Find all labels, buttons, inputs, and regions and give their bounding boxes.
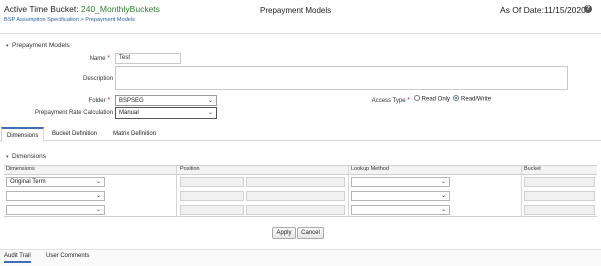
required-icon: * <box>107 55 110 62</box>
access-type-radio-group[interactable]: Read Only Read/Write <box>414 95 491 103</box>
calc-label: Prepayment Rate Calculation <box>34 110 113 116</box>
description-field[interactable] <box>115 66 568 90</box>
folder-select[interactable]: BSPSEG ⌄ <box>115 95 217 106</box>
column-divider <box>176 165 177 217</box>
read-write-radio[interactable] <box>453 95 460 101</box>
help-icon[interactable]: ? <box>584 5 592 13</box>
read-only-label: Read Only <box>421 96 451 103</box>
chevron-down-icon: ⌄ <box>95 207 101 213</box>
section-title: Dimensions <box>12 153 46 160</box>
active-time-bucket-value: 240_MonthlyBuckets <box>81 4 160 14</box>
as-of-date-value: 11/15/2020 <box>543 5 586 15</box>
lookup-method-select[interactable]: ⌄ <box>351 177 450 187</box>
chevron-down-icon: ⌄ <box>440 193 446 199</box>
chevron-down-icon: ⌄ <box>440 179 446 185</box>
position-field <box>246 177 345 187</box>
prepayment-models-section-header[interactable]: ▾ Prepayment Models <box>6 42 70 49</box>
as-of-date-label: As Of Date: <box>500 5 544 15</box>
column-header-bucket: Bucket <box>524 166 541 172</box>
dimensions-section-header[interactable]: ▾ Dimensions <box>6 153 46 160</box>
required-icon: * <box>407 97 410 104</box>
active-time-bucket: Active Time Bucket: 240_MonthlyBuckets <box>4 4 160 14</box>
calc-select[interactable]: Manual ⌄ <box>115 107 217 119</box>
as-of-date: As Of Date:11/15/2020 <box>500 5 586 15</box>
page-title: Prepayment Models <box>260 6 332 15</box>
tab-bucket-definition[interactable]: Bucket Definition <box>47 127 102 141</box>
name-label: Name * <box>89 55 110 62</box>
folder-label: Folder * <box>88 97 110 104</box>
footer-bar <box>0 249 601 266</box>
bucket-field <box>524 191 595 201</box>
dimension-select[interactable]: ⌄ <box>6 191 105 201</box>
header-divider <box>0 33 601 34</box>
column-header-dimensions: Dimensions <box>6 166 35 172</box>
access-type-label: Access Type * <box>371 97 410 104</box>
bucket-field <box>524 205 595 215</box>
position-field <box>180 177 244 187</box>
read-only-radio[interactable] <box>414 95 420 101</box>
section-title: Prepayment Models <box>12 42 70 49</box>
required-icon: * <box>107 97 110 104</box>
column-divider <box>348 165 349 217</box>
dimension-select[interactable]: Original Term ⌄ <box>6 177 105 187</box>
bucket-field <box>524 177 595 187</box>
position-field <box>246 205 345 215</box>
position-field <box>180 191 244 201</box>
lookup-method-select[interactable]: ⌄ <box>351 205 450 215</box>
column-header-lookup-method: Lookup Method <box>351 166 389 172</box>
name-field[interactable]: Test <box>115 53 181 64</box>
lookup-method-select[interactable]: ⌄ <box>351 191 450 201</box>
chevron-down-icon: ⌄ <box>207 110 213 116</box>
column-header-position: Position <box>180 166 200 172</box>
dimension-select[interactable]: ⌄ <box>6 205 105 215</box>
active-time-bucket-label: Active Time Bucket: <box>4 4 81 14</box>
tab-audit-trail[interactable]: Audit Trail <box>4 253 31 263</box>
position-field <box>180 205 244 215</box>
column-divider <box>521 165 522 217</box>
position-field <box>246 191 345 201</box>
read-write-label: Read/Write <box>461 96 491 103</box>
dimensions-table-header <box>4 165 597 175</box>
breadcrumb[interactable]: BSP Assumption Specification > Prepaymen… <box>4 17 135 23</box>
tab-matrix-definition[interactable]: Matrix Definition <box>108 127 161 141</box>
cancel-button[interactable]: Cancel <box>297 227 324 239</box>
tab-dimensions[interactable]: Dimensions <box>1 127 45 142</box>
chevron-down-icon: ⌄ <box>207 98 213 104</box>
tab-user-comments[interactable]: User Comments <box>46 253 89 259</box>
apply-button[interactable]: Apply <box>272 227 296 239</box>
chevron-down-icon: ⌄ <box>95 193 101 199</box>
description-label: Description <box>82 76 113 82</box>
chevron-down-icon: ⌄ <box>440 207 446 213</box>
chevron-down-icon: ⌄ <box>95 179 101 185</box>
